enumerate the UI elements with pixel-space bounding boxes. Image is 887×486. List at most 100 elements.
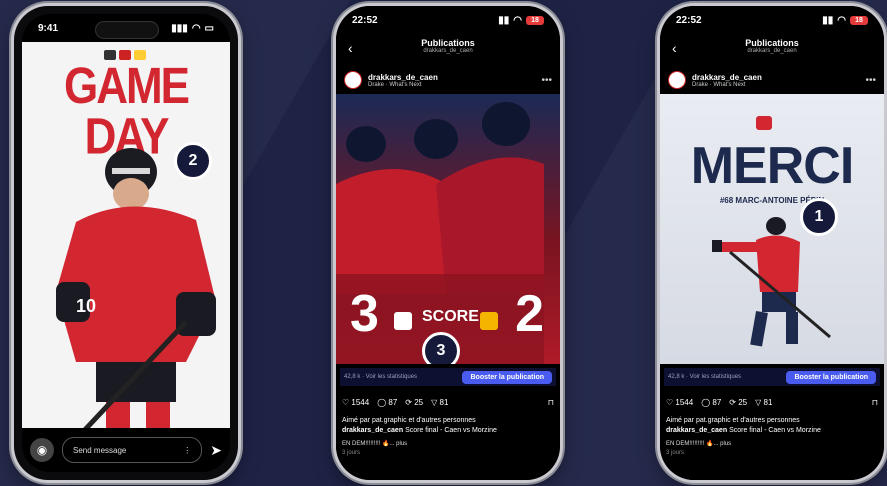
signal-icon: ▮▮ (498, 14, 510, 26)
back-icon[interactable]: ‹ (348, 40, 353, 56)
wifi-icon: ◠ (191, 22, 201, 34)
story-reply-bar: ◉ Send message ⋮ ➤ (22, 428, 230, 472)
nav-bar: ‹ Publications drakkars_de_caen (660, 34, 884, 64)
dynamic-island (95, 21, 159, 39)
team-logo-icon (756, 116, 772, 130)
insights-row: 42,8 k · Voir les statistiques Booster l… (664, 368, 880, 386)
likes-summary: Aimé par pat.graphic et d'autres personn… (342, 416, 554, 436)
repost-button[interactable]: ⟳ 25 (405, 398, 423, 407)
story-screen: 9:41 ▮▮▮ ◠ ▭ GAME DAY 10 2 ◉ Send messag… (22, 14, 230, 472)
status-time: 9:41 (38, 22, 59, 34)
share-button[interactable]: ▽ 81 (755, 398, 772, 407)
like-button[interactable]: ♡ 1544 (342, 398, 369, 407)
score-away: 2 (515, 285, 544, 343)
back-icon[interactable]: ‹ (672, 40, 677, 56)
send-icon[interactable]: ➤ (210, 442, 222, 459)
post-time: 3 jours (342, 450, 361, 456)
music-label[interactable]: Drake · What's Next (692, 82, 762, 88)
callout-2: 2 (174, 142, 212, 180)
status-bar: 22:52 ▮▮ ◠ 18 (336, 6, 560, 34)
signal-icon: ▮▮▮ (171, 22, 188, 34)
liked-by[interactable]: Aimé par pat.graphic et d'autres personn… (342, 416, 554, 426)
post-time: 3 jours (666, 450, 685, 456)
repost-count: 25 (414, 398, 424, 407)
phone-merci-post: 22:52 ▮▮ ◠ 18 ‹ Publications drakkars_de… (660, 6, 884, 480)
nav-subtitle: drakkars_de_caen (747, 48, 797, 54)
statistics-link[interactable]: 42,8 k · Voir les statistiques (344, 374, 417, 380)
caption-user[interactable]: drakkars_de_caen (666, 427, 727, 434)
post-image: 3 SCORE 2 3 (336, 94, 560, 364)
story-image: GAME DAY 10 2 (22, 42, 230, 452)
message-placeholder: Send message (73, 445, 127, 455)
insights-row: 42,8 k · Voir les statistiques Booster l… (340, 368, 556, 386)
avatar[interactable] (668, 71, 686, 89)
caption-more[interactable]: EN DEM!!!!!!!!! 🔥... plus (666, 440, 878, 447)
avatar[interactable] (344, 71, 362, 89)
bookmark-icon[interactable]: ⊓ (548, 398, 554, 407)
nav-bar: ‹ Publications drakkars_de_caen (336, 34, 560, 64)
post-header: drakkars_de_caen Drake · What's Next ••• (668, 68, 876, 92)
action-bar: ♡ 1544 ◯ 87 ⟳ 25 ▽ 81 ⊓ (666, 398, 878, 407)
status-time: 22:52 (676, 14, 702, 26)
boost-button[interactable]: Booster la publication (786, 370, 876, 384)
caption-text: Score final - Caen vs Morzine (729, 427, 821, 434)
camera-icon[interactable]: ◉ (30, 438, 54, 462)
share-count: 81 (439, 398, 449, 407)
boost-button[interactable]: Booster la publication (462, 370, 552, 384)
comment-button[interactable]: ◯ 87 (701, 398, 721, 407)
post-image: MERCI #68 MARC-ANTOINE PÉPIN 1 (660, 94, 884, 364)
post-header: drakkars_de_caen Drake · What's Next ••• (344, 68, 552, 92)
player-image (712, 217, 831, 347)
battery-icon: 18 (850, 15, 868, 25)
comment-count: 87 (712, 398, 722, 407)
comment-count: 87 (388, 398, 398, 407)
player-image: 10 (56, 148, 216, 452)
callout-1: 1 (800, 198, 838, 236)
more-options-icon[interactable]: ••• (541, 75, 552, 86)
wifi-icon: ◠ (513, 14, 522, 26)
home-logo-icon (394, 312, 412, 330)
nav-title: Publications (745, 38, 799, 48)
share-button[interactable]: ▽ 81 (431, 398, 448, 407)
merci-screen: 22:52 ▮▮ ◠ 18 ‹ Publications drakkars_de… (660, 6, 884, 480)
share-count: 81 (763, 398, 773, 407)
account-name[interactable]: drakkars_de_caen (692, 73, 762, 82)
message-input[interactable]: Send message ⋮ (62, 437, 203, 463)
status-icons: ▮▮ ◠ 18 (822, 15, 868, 26)
post-headline: MERCI (690, 137, 855, 195)
repost-count: 25 (738, 398, 748, 407)
signal-icon: ▮▮ (822, 14, 834, 26)
phone-story: 9:41 ▮▮▮ ◠ ▭ GAME DAY 10 2 ◉ Send messag… (14, 6, 238, 480)
music-label[interactable]: Drake · What's Next (368, 82, 438, 88)
more-icon[interactable]: ⋮ (183, 446, 191, 455)
caption-more[interactable]: EN DEM!!!!!!!!! 🔥... plus (342, 440, 554, 447)
battery-icon: 18 (526, 15, 544, 25)
status-icons: ▮▮▮ ◠ ▭ (171, 23, 214, 34)
like-button[interactable]: ♡ 1544 (666, 398, 693, 407)
jersey-number: 10 (76, 296, 96, 316)
comment-button[interactable]: ◯ 87 (377, 398, 397, 407)
caption-text: Score final - Caen vs Morzine (405, 427, 497, 434)
account-name[interactable]: drakkars_de_caen (368, 73, 438, 82)
caption-user[interactable]: drakkars_de_caen (342, 427, 403, 434)
bookmark-icon[interactable]: ⊓ (872, 398, 878, 407)
liked-by[interactable]: Aimé par pat.graphic et d'autres personn… (666, 416, 878, 426)
away-logo-icon (480, 312, 498, 330)
battery-icon: ▭ (204, 22, 214, 34)
score-home: 3 (350, 285, 379, 343)
nav-title: Publications (421, 38, 475, 48)
callout-3: 3 (422, 332, 460, 364)
action-bar: ♡ 1544 ◯ 87 ⟳ 25 ▽ 81 ⊓ (342, 398, 554, 407)
status-icons: ▮▮ ◠ 18 (498, 15, 544, 26)
nav-subtitle: drakkars_de_caen (423, 48, 473, 54)
statistics-link[interactable]: 42,8 k · Voir les statistiques (668, 374, 741, 380)
repost-button[interactable]: ⟳ 25 (729, 398, 747, 407)
status-bar: 22:52 ▮▮ ◠ 18 (660, 6, 884, 34)
likes-summary: Aimé par pat.graphic et d'autres personn… (666, 416, 878, 436)
score-screen: 22:52 ▮▮ ◠ 18 ‹ Publications drakkars_de… (336, 6, 560, 480)
wifi-icon: ◠ (837, 14, 846, 26)
score-label: SCORE (422, 308, 479, 325)
more-options-icon[interactable]: ••• (865, 75, 876, 86)
post-subline: #68 MARC-ANTOINE PÉPIN (719, 196, 825, 205)
status-time: 22:52 (352, 14, 378, 26)
